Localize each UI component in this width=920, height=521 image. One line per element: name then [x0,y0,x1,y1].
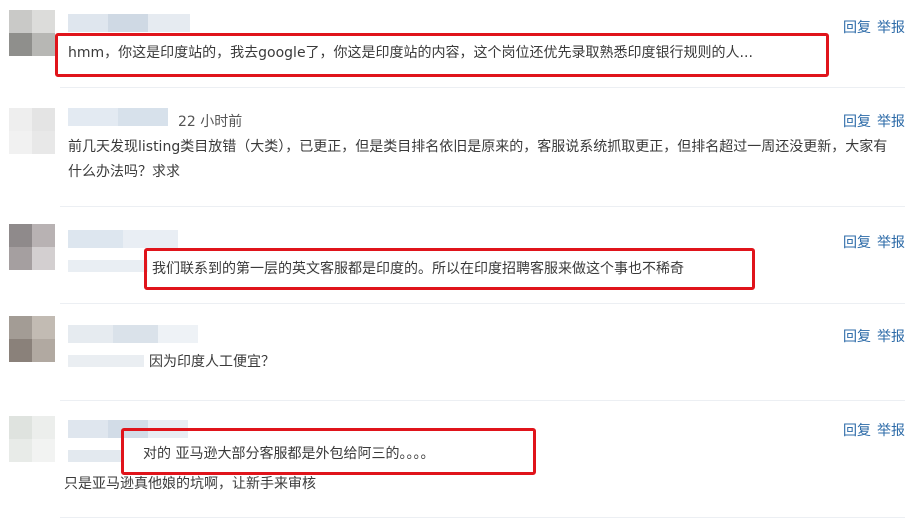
highlight-box [121,428,536,475]
comment-actions: 回复 举报 [843,111,905,131]
comment-actions: 回复 举报 [843,420,905,440]
comment-time: 22 小时前 [178,114,243,130]
reply-link[interactable]: 回复 [843,329,871,345]
avatar[interactable] [9,416,55,462]
report-link[interactable]: 举报 [877,235,905,251]
comment-text: 因为印度人工便宜？ [149,354,275,370]
comment-actions: 回复 举报 [843,17,905,37]
comment-text: 前几天发现listing类目放错（大类），已更正，但是类目排名依旧是原来的，客服… [68,139,888,180]
blurred-line [68,260,148,272]
comment-actions: 回复 举报 [843,326,905,346]
avatar[interactable] [9,316,55,362]
comment-item: 回复 举报 我们联系到的第一层的英文客服都是印度的。所以在印度招聘客服来做这个事也… [0,208,920,303]
comment-item: 22 小时前 回复 举报 前几天发现listing类目放错（大类），已更正，但是类… [0,90,920,205]
reply-link[interactable]: 回复 [843,20,871,36]
username-blurred[interactable] [68,230,178,248]
report-link[interactable]: 举报 [877,20,905,36]
username-blurred[interactable] [68,14,190,32]
divider [60,400,905,401]
reply-link[interactable]: 回复 [843,114,871,130]
report-link[interactable]: 举报 [877,423,905,439]
highlight-box [144,248,755,290]
comment-item: 回复 举报 hmm，你这是印度站的，我去google了，你这是印度站的内容，这个岗… [0,0,920,90]
blurred-line [68,450,123,462]
highlight-box [55,33,829,77]
avatar[interactable] [9,224,55,270]
avatar[interactable] [9,10,55,56]
report-link[interactable]: 举报 [877,114,905,130]
comment-item: 回复 举报 因为印度人工便宜？ [0,305,920,400]
comment-item: 回复 举报 对的 亚马逊大部分客服都是外包给阿三的。。。。 只是亚马逊真他娘的坑啊… [0,402,920,521]
divider [60,517,905,518]
blurred-line [68,355,144,367]
report-link[interactable]: 举报 [877,329,905,345]
comment-text-secondary: 只是亚马逊真他娘的坑啊，让新手来审核 [64,476,316,492]
divider [60,206,905,207]
reply-link[interactable]: 回复 [843,235,871,251]
divider [60,303,905,304]
comment-actions: 回复 举报 [843,232,905,252]
reply-link[interactable]: 回复 [843,423,871,439]
divider [60,87,905,88]
username-blurred[interactable] [68,108,168,126]
avatar[interactable] [9,108,55,154]
username-blurred[interactable] [68,325,198,343]
